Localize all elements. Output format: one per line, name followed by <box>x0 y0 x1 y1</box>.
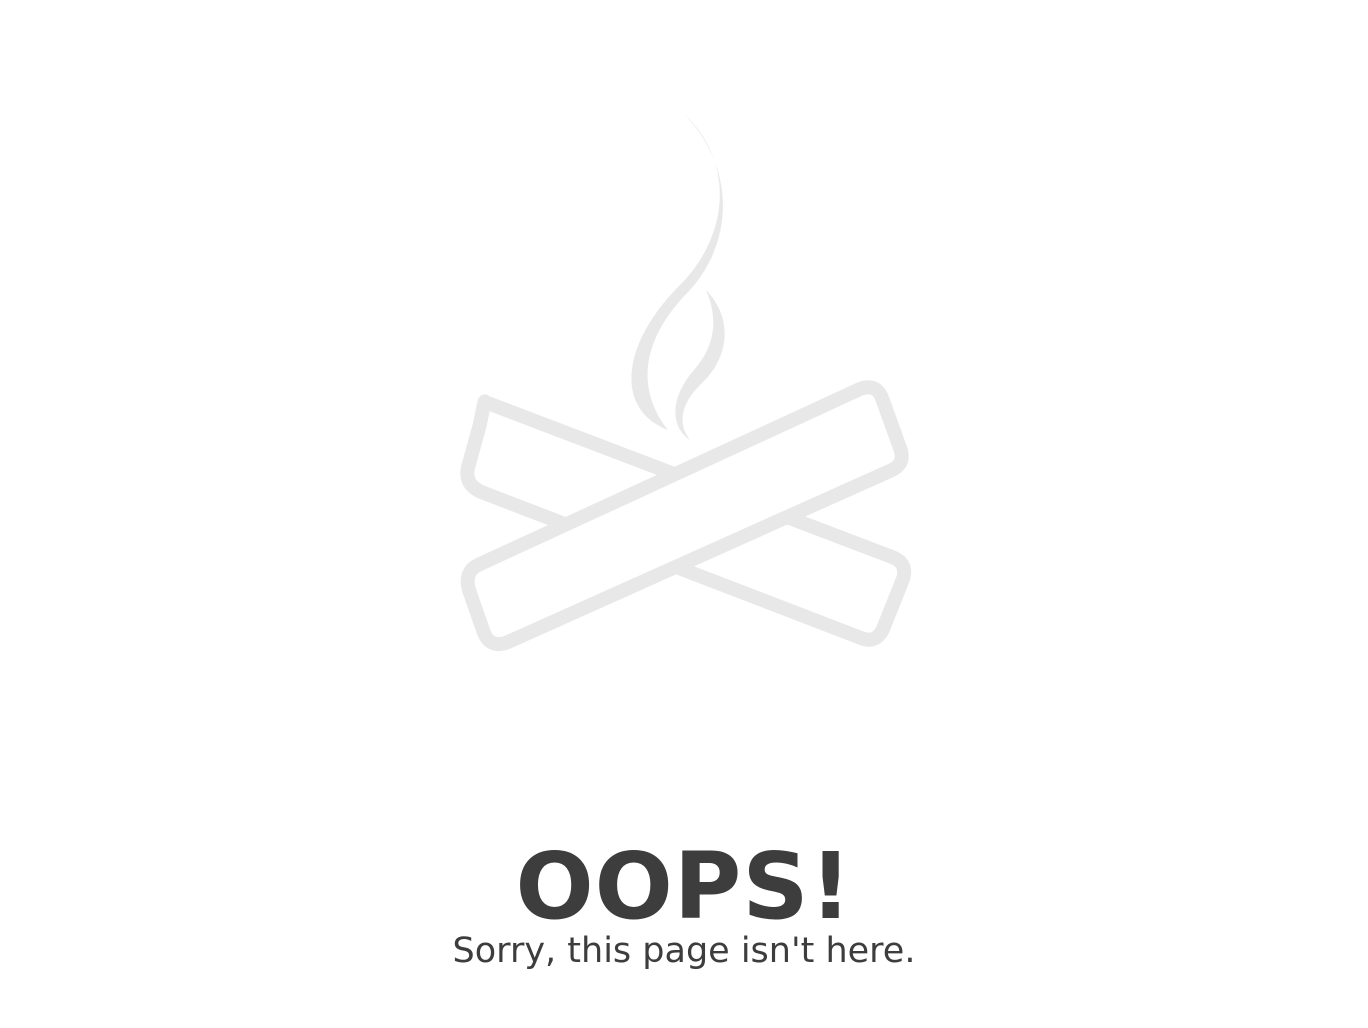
smoke-wisp-small <box>675 290 725 440</box>
error-title: OOPS! <box>515 832 853 940</box>
error-message: Sorry, this page isn't here. <box>452 931 916 971</box>
error-page: OOPS! Sorry, this page isn't here. <box>0 0 1368 1028</box>
smoke-wisp-large <box>631 113 723 430</box>
campfire-smoke-icon <box>440 100 930 670</box>
